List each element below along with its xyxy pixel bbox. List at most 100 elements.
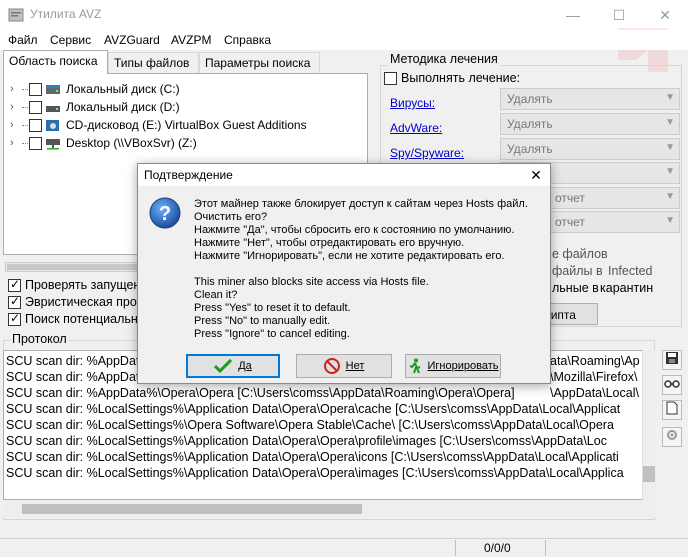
log-line: SCU scan dir: %LocalSettings%\Applicatio… <box>6 434 607 448</box>
chevron-right-icon[interactable]: › <box>10 119 22 131</box>
option-label: Поиск потенциальн <box>25 312 138 326</box>
dialog-message-line: Press "Ignore" to cancel editing. <box>194 328 350 340</box>
running-man-icon <box>409 358 420 374</box>
dialog-title: Подтверждение <box>144 168 233 182</box>
combo-adware[interactable]: Удалять ▼ <box>500 113 680 135</box>
perform-treatment-option[interactable]: Выполнять лечение: <box>384 71 520 85</box>
dialog-message-line: Этот майнер также блокирует доступ к сай… <box>194 198 528 210</box>
settings-icon <box>667 430 677 440</box>
option-label: Проверять запущен <box>25 278 141 292</box>
window-title: Утилита AVZ <box>30 7 102 21</box>
yes-button-label: Да <box>238 360 252 372</box>
chevron-down-icon: ▼ <box>665 117 675 128</box>
log-line: SCU scan dir: %AppDat <box>6 370 140 384</box>
partial-text-infected: Infected <box>608 264 653 278</box>
status-counter: 0/0/0 <box>484 541 511 555</box>
dialog-message-line: Очистить его? <box>194 211 268 223</box>
tree-connector <box>22 124 28 126</box>
tree-item-drive-d[interactable]: › Локальный диск (D:) <box>10 98 180 116</box>
menu-file[interactable]: Файл <box>8 33 38 47</box>
tree-checkbox[interactable] <box>29 136 42 150</box>
dialog-message-line: Clean it? <box>194 289 238 301</box>
yes-button[interactable]: Да <box>186 354 280 378</box>
tree-checkbox[interactable] <box>29 82 42 96</box>
menu-avzpm[interactable]: AVZPM <box>171 33 211 47</box>
partial-text-in: льные в <box>552 281 599 295</box>
partial-text-files-in: файлы в <box>552 264 603 278</box>
tree-checkbox[interactable] <box>29 100 42 114</box>
tree-item-label: Локальный диск (C:) <box>66 82 180 96</box>
dialog-message-line: Нажмите "Нет", чтобы отредактировать его… <box>194 237 465 249</box>
combo-value: Удалять <box>507 142 553 156</box>
view-log-button[interactable] <box>662 375 682 395</box>
log-vertical-thumb[interactable] <box>643 466 655 482</box>
dialog-message-line: Нажмите "Да", чтобы сбросить его к состо… <box>194 224 515 236</box>
confirmation-dialog: Подтверждение ✕ ? Этот майнер также блок… <box>137 163 551 384</box>
status-bar <box>0 538 688 557</box>
tree-item-label: Desktop (\\VBoxSvr) (Z:) <box>66 136 197 150</box>
new-log-button[interactable] <box>662 400 682 420</box>
dialog-message-line: Press "No" to manually edit. <box>194 315 331 327</box>
save-icon <box>666 352 678 364</box>
option-potential-search[interactable]: ✓ Поиск потенциальн <box>8 311 138 327</box>
menu-service[interactable]: Сервис <box>50 33 91 47</box>
svg-text:?: ? <box>159 203 171 225</box>
dialog-message-line: Press "Yes" to reset it to default. <box>194 302 351 314</box>
chevron-right-icon[interactable]: › <box>10 137 22 149</box>
combo-value: Удалять <box>507 92 553 106</box>
no-button-label: Нет <box>345 360 365 372</box>
chevron-down-icon: ▼ <box>665 166 675 177</box>
chevron-right-icon[interactable]: › <box>10 101 22 113</box>
chevron-right-icon[interactable]: › <box>10 83 22 95</box>
log-horizontal-thumb[interactable] <box>22 504 362 514</box>
treatment-group-title: Методика лечения <box>388 52 500 66</box>
log-line-tail: ata\Roaming\Ap <box>550 354 640 370</box>
menu-avzguard[interactable]: AVZGuard <box>104 33 160 47</box>
status-separator <box>545 540 546 556</box>
option-checkbox[interactable]: ✓ <box>8 310 21 326</box>
combo-viruses[interactable]: Удалять ▼ <box>500 88 680 110</box>
local-disk-icon <box>46 84 60 94</box>
tree-connector <box>22 142 28 144</box>
tab-search-params[interactable]: Параметры поиска <box>199 52 320 73</box>
combo-spyware[interactable]: Удалять ▼ <box>500 138 680 160</box>
option-heuristic[interactable]: ✓ Эвристическая про <box>8 294 137 310</box>
tree-connector <box>22 88 28 90</box>
minimize-button[interactable]: — <box>550 0 596 30</box>
dialog-close-button[interactable]: ✕ <box>522 164 550 186</box>
link-spyware[interactable]: Spy/Spyware: <box>390 146 464 160</box>
tree-item-drive-z[interactable]: › Desktop (\\VBoxSvr) (Z:) <box>10 134 197 152</box>
option-label: Эвристическая про <box>25 295 137 309</box>
save-log-button[interactable] <box>662 350 682 370</box>
perform-treatment-checkbox[interactable] <box>384 71 397 85</box>
option-check-running[interactable]: ✓ Проверять запущен <box>8 277 140 293</box>
document-icon <box>666 401 678 415</box>
tab-file-types[interactable]: Типы файлов <box>108 52 199 73</box>
log-line-tail: \AppData\Local\ <box>550 386 639 402</box>
tab-search-area[interactable]: Область поиска <box>3 50 108 74</box>
log-settings-button[interactable] <box>662 427 682 447</box>
question-icon: ? <box>149 197 181 229</box>
link-viruses[interactable]: Вирусы: <box>390 96 435 110</box>
dialog-message-line: This miner also blocks site access via H… <box>194 276 429 288</box>
log-line: SCU scan dir: %LocalSettings%\Applicatio… <box>6 450 619 464</box>
menu-help[interactable]: Справка <box>224 33 271 47</box>
option-checkbox[interactable]: ✓ <box>8 294 21 309</box>
ignore-button[interactable]: Игнорировать <box>405 354 501 378</box>
partial-text-files: е файлов <box>552 247 608 261</box>
checkmark-icon: ✓ <box>10 310 21 325</box>
network-drive-icon <box>46 138 60 149</box>
log-line: SCU scan dir: %LocalSettings%\Applicatio… <box>6 466 624 480</box>
log-line: SCU scan dir: %AppData%\Opera\Opera [C:\… <box>6 386 515 400</box>
tree-checkbox[interactable] <box>29 118 42 132</box>
glasses-icon <box>664 380 680 388</box>
status-separator <box>455 540 456 556</box>
chevron-down-icon: ▼ <box>665 215 675 226</box>
link-adware[interactable]: AdvWare: <box>390 121 442 135</box>
no-button[interactable]: Нет <box>296 354 392 378</box>
tree-item-drive-c[interactable]: › Локальный диск (C:) <box>10 80 180 98</box>
option-checkbox[interactable]: ✓ <box>8 277 21 292</box>
log-line: SCU scan dir: %LocalSettings%\Applicatio… <box>6 402 621 416</box>
log-line: SCU scan dir: %AppDat <box>6 354 140 368</box>
tree-item-drive-e[interactable]: › CD-дисковод (E:) VirtualBox Guest Addi… <box>10 116 307 134</box>
